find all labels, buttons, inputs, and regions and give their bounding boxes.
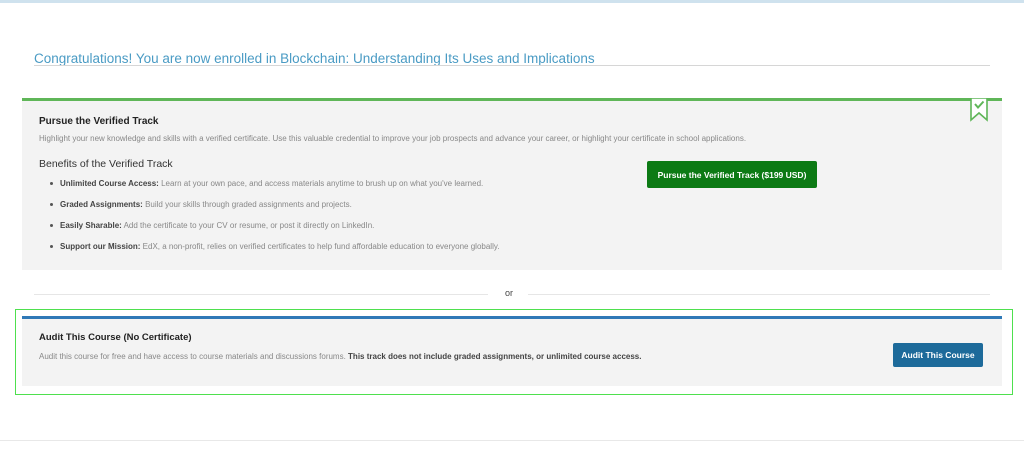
benefit-label: Support our Mission: — [60, 242, 141, 251]
benefit-label: Graded Assignments: — [60, 200, 143, 209]
audit-track-panel: Audit This Course (No Certificate) Audit… — [22, 316, 1002, 386]
benefits-heading: Benefits of the Verified Track — [39, 158, 173, 170]
benefit-text: Learn at your own pace, and access mater… — [161, 179, 484, 188]
pursue-verified-track-button[interactable]: Pursue the Verified Track ($199 USD) — [647, 161, 817, 188]
divider-line-left — [34, 294, 488, 295]
benefit-item: Easily Sharable: Add the certificate to … — [50, 220, 499, 241]
headline-divider — [34, 65, 990, 66]
verified-track-panel: Pursue the Verified Track Highlight your… — [22, 98, 1002, 270]
benefit-item: Graded Assignments: Build your skills th… — [50, 199, 499, 220]
audit-course-button[interactable]: Audit This Course — [893, 343, 983, 367]
benefits-list: Unlimited Course Access: Learn at your o… — [50, 178, 499, 262]
benefit-item: Unlimited Course Access: Learn at your o… — [50, 178, 499, 199]
audit-description-text: Audit this course for free and have acce… — [39, 352, 346, 361]
benefit-item: Support our Mission: EdX, a non-profit, … — [50, 241, 499, 262]
benefit-text: Add the certificate to your CV or resume… — [123, 221, 375, 230]
benefit-text: Build your skills through graded assignm… — [145, 200, 352, 209]
audit-track-description: Audit this course for free and have acce… — [39, 351, 679, 363]
top-border — [0, 0, 1024, 3]
audit-track-title: Audit This Course (No Certificate) — [39, 332, 192, 343]
verified-ribbon-icon — [970, 98, 988, 122]
bottom-border — [0, 440, 1024, 441]
divider-line-right — [528, 294, 990, 295]
or-divider-label: or — [504, 288, 513, 298]
benefit-label: Easily Sharable: — [60, 221, 122, 230]
audit-description-warning: This track does not include graded assig… — [348, 352, 642, 361]
verified-track-title: Pursue the Verified Track — [39, 116, 159, 127]
benefit-text: EdX, a non-profit, relies on verified ce… — [142, 242, 500, 251]
enrollment-headline: Congratulations! You are now enrolled in… — [34, 51, 595, 67]
benefit-label: Unlimited Course Access: — [60, 179, 159, 188]
verified-track-description: Highlight your new knowledge and skills … — [39, 134, 747, 143]
